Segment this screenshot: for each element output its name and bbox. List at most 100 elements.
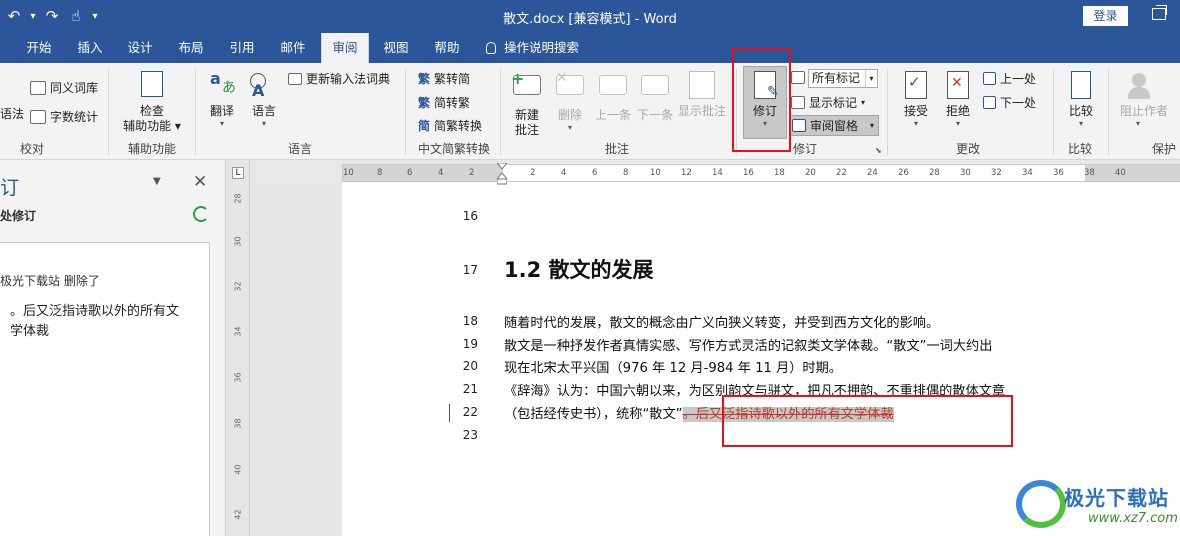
indent-marker-icon[interactable]: [497, 163, 507, 185]
pane-options-icon[interactable]: ▼: [153, 176, 161, 187]
vruler-tick: 40: [233, 464, 243, 475]
vruler-tick: 32: [233, 281, 243, 292]
next-change-button[interactable]: 下一处: [983, 94, 1036, 111]
line-number: 17: [462, 263, 478, 277]
language-button[interactable]: A 语言 ▾: [244, 71, 284, 129]
accept-button[interactable]: ✓ 接受 ▾: [895, 71, 937, 129]
tell-me-search[interactable]: 操作说明搜索: [486, 33, 596, 63]
show-markup-button[interactable]: 显示标记 ▾: [791, 94, 865, 111]
hruler-tick: 20: [805, 168, 816, 178]
watermark-url: www.xz7.com: [1088, 511, 1178, 526]
show-comments-button[interactable]: 显示批注: [675, 71, 729, 119]
previous-comment-button[interactable]: 上一条: [591, 71, 635, 123]
reject-icon: ✕: [942, 71, 974, 101]
compare-button[interactable]: 比较 ▾: [1060, 71, 1102, 129]
vruler-tick: 30: [233, 236, 243, 247]
thesaurus-button[interactable]: 同义词库: [30, 79, 98, 96]
markup-icon-area: [791, 71, 805, 84]
revision-text: 。后又泛指诗歌以外的所有文学体裁: [10, 304, 180, 339]
new-comment-button[interactable]: + 新建 批注: [505, 71, 549, 138]
right-margin-area: [1085, 165, 1180, 181]
line-number: 19: [462, 337, 478, 351]
simp-to-trad-icon: 繁: [418, 96, 431, 110]
tab-view[interactable]: 视图: [374, 33, 418, 63]
close-icon[interactable]: ✕: [193, 172, 207, 192]
reject-label: 拒绝: [945, 104, 970, 118]
next-comment-label: 下一条: [636, 108, 673, 122]
block-authors-icon: [1128, 71, 1160, 101]
reject-button[interactable]: ✕ 拒绝 ▾: [937, 71, 979, 129]
watermark: 极光下载站 www.xz7.com: [1016, 478, 1178, 534]
vruler-tick: 42: [233, 509, 243, 520]
chevron-down-icon: ▾: [567, 123, 572, 132]
left-margin-area: [343, 165, 503, 181]
simp-to-trad-label: 简转繁: [434, 96, 471, 110]
previous-change-icon: [983, 72, 996, 85]
hruler-tick: 10: [343, 168, 354, 178]
delete-comment-button[interactable]: ✕ 删除 ▾: [550, 71, 590, 133]
reviewing-pane-button[interactable]: 审阅窗格 ▾: [789, 115, 880, 136]
group-label-protect: 保护: [1152, 142, 1177, 156]
chinese-convert-icon: 简: [418, 119, 431, 133]
hruler-tick: 10: [650, 168, 661, 178]
markup-select[interactable]: 所有标记 ▾: [808, 69, 878, 88]
ribbon-review: 语法 同义词库 字数统计 校对 检查 辅助功能 ▾ 辅助功能 a あ 翻译 ▾ …: [0, 63, 1180, 160]
update-ime-dictionary-button[interactable]: 更新输入法词典: [288, 70, 390, 87]
tracking-options-launcher-icon[interactable]: ⬊: [875, 146, 882, 155]
hruler-tick: 8: [377, 168, 383, 178]
show-comments-icon: [686, 71, 718, 101]
group-separator: [195, 69, 196, 155]
previous-change-button[interactable]: 上一处: [983, 70, 1036, 87]
check-accessibility-button[interactable]: 检查 辅助功能 ▾: [118, 71, 186, 134]
vruler-tick: 36: [233, 372, 243, 383]
tab-design[interactable]: 设计: [118, 33, 162, 63]
group-label-tracking: 修订: [792, 142, 817, 156]
next-comment-button[interactable]: 下一条: [633, 71, 677, 123]
hruler-tick: 4: [561, 168, 567, 178]
tab-review[interactable]: 审阅: [321, 33, 369, 63]
group-label-chinese: 中文简繁转换: [417, 142, 490, 156]
delete-comment-label: 删除: [557, 108, 582, 122]
refresh-icon[interactable]: [193, 206, 209, 222]
line-22-text: （包括经传史书），统称“散文”: [504, 407, 683, 422]
tab-layout[interactable]: 布局: [169, 33, 213, 63]
hruler-tick: 2: [530, 168, 536, 178]
title-bar: ↶ ▾ ↷ ☝ ▾ 散文.docx [兼容模式] - Word 登录: [0, 0, 1180, 33]
tab-insert[interactable]: 插入: [68, 33, 112, 63]
change-bar: [449, 404, 450, 422]
show-comments-label: 显示批注: [677, 104, 726, 118]
word-count-button[interactable]: 字数统计: [30, 108, 98, 125]
thesaurus-label: 同义词库: [50, 81, 99, 95]
compare-label: 比较: [1068, 104, 1093, 118]
hruler-tick: 18: [774, 168, 785, 178]
hruler-tick: 24: [867, 168, 878, 178]
hruler-tick: 30: [960, 168, 971, 178]
chevron-down-icon[interactable]: ▾: [865, 70, 877, 87]
login-button[interactable]: 登录: [1083, 6, 1128, 26]
document-line: 散文是一种抒发作者真情实感、写作方式灵活的记叙类文学体裁。“散文”一词大约出: [504, 339, 993, 354]
next-change-icon: [983, 96, 996, 109]
group-separator: [108, 69, 109, 155]
hruler-tick: 8: [623, 168, 629, 178]
tab-mailings[interactable]: 邮件: [271, 33, 315, 63]
previous-comment-icon: [597, 75, 629, 105]
traditional-to-simplified-button[interactable]: 繁 繁转简: [418, 70, 470, 87]
translate-label: 翻译: [209, 104, 234, 118]
reviewing-pane-label: 审阅窗格: [810, 119, 859, 133]
tab-selector[interactable]: L: [232, 167, 244, 179]
line-number: 20: [462, 359, 478, 373]
tab-references[interactable]: 引用: [220, 33, 264, 63]
simplified-to-traditional-button[interactable]: 繁 简转繁: [418, 94, 470, 111]
update-ime-icon: [288, 72, 302, 85]
group-separator: [887, 69, 888, 155]
tab-home[interactable]: 开始: [17, 33, 61, 63]
chinese-convert-button[interactable]: 简 简繁转换: [418, 117, 482, 134]
group-separator: [1108, 69, 1109, 155]
translate-button[interactable]: a あ 翻译 ▾: [202, 71, 242, 129]
watermark-name: 极光下载站: [1064, 486, 1169, 510]
block-authors-button[interactable]: 阻止作者 ▾: [1114, 71, 1180, 129]
reviewing-pane: 订 ▼ ✕ 处修订 极光下载站 删除了 。后又泛指诗歌以外的所有文学体裁: [0, 160, 226, 536]
tab-help[interactable]: 帮助: [425, 33, 469, 63]
restore-window-icon[interactable]: [1152, 5, 1167, 20]
grammar-button[interactable]: 语法: [0, 105, 24, 122]
